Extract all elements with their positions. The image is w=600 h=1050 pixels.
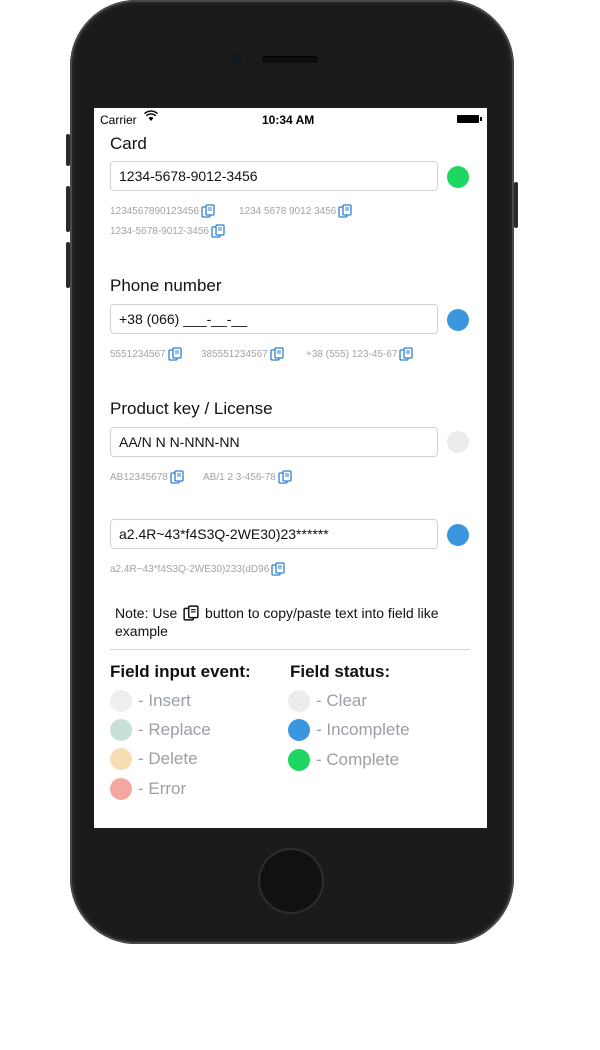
mute-switch <box>66 134 70 166</box>
note-text-before: Note: Use <box>115 605 178 621</box>
custom-mask-input[interactable]: a2.4R~43*f4S3Q-2WE30)23****** <box>110 519 438 549</box>
copy-icon[interactable] <box>168 347 182 361</box>
volume-down-button <box>66 242 70 288</box>
legend-error-label: - Error <box>138 779 187 798</box>
card-example-3[interactable]: 1234-5678-9012-3456 <box>110 224 225 238</box>
custom-mask-example-1[interactable]: a2.4R~43*f4S3Q-2WE30)233(dD96 <box>110 562 285 576</box>
status-time: 10:34 AM <box>262 113 315 127</box>
product-key-label: Product key / License <box>110 399 273 418</box>
custom-mask-status-dot <box>447 524 469 546</box>
legend-delete: - Delete <box>110 748 198 770</box>
input-events-title: Field input event: <box>110 662 251 681</box>
clear-color-dot <box>288 690 310 712</box>
custom-mask-example-1-text: a2.4R~43*f4S3Q-2WE30)233(dD96 <box>110 563 270 575</box>
earpiece-speaker <box>262 56 318 63</box>
phone-input[interactable]: +38 (066) ___-__-__ <box>110 304 438 334</box>
product-key-example-2[interactable]: AB/1 2 3-456-78 <box>203 470 292 484</box>
divider <box>110 649 470 650</box>
app-screen: Carrier 10:34 AM Card 1234-5678-9012-345… <box>94 108 487 828</box>
product-key-status-dot <box>447 431 469 453</box>
card-example-2[interactable]: 1234 5678 9012 3456 <box>239 204 352 218</box>
product-key-example-1-text: AB12345678 <box>110 471 168 483</box>
battery-icon <box>457 115 482 123</box>
legend-incomplete-label: - Incomplete <box>316 720 410 739</box>
copy-icon[interactable] <box>170 470 184 484</box>
status-bar: Carrier 10:34 AM <box>94 108 487 130</box>
copy-icon <box>183 605 199 621</box>
card-status-dot <box>447 166 469 188</box>
error-color-dot <box>110 778 132 800</box>
legend-complete: - Complete <box>288 749 399 771</box>
note-text: Note: Use button to copy/paste text into… <box>115 604 465 640</box>
copy-icon[interactable] <box>399 347 413 361</box>
phone-example-2-text: 385551234567 <box>201 348 268 360</box>
phone-example-3-text: +38 (555) 123-45-67 <box>306 348 398 360</box>
phone-example-3[interactable]: +38 (555) 123-45-67 <box>306 347 413 361</box>
copy-icon[interactable] <box>211 224 225 238</box>
legend-delete-label: - Delete <box>138 749 198 768</box>
copy-icon[interactable] <box>278 470 292 484</box>
copy-icon[interactable] <box>271 562 285 576</box>
replace-color-dot <box>110 719 132 741</box>
legend-clear: - Clear <box>288 690 367 712</box>
field-status-title: Field status: <box>290 662 391 681</box>
legend-replace: - Replace <box>110 719 211 741</box>
wifi-icon <box>144 110 158 125</box>
copy-icon[interactable] <box>270 347 284 361</box>
legend-replace-label: - Replace <box>138 720 211 739</box>
copy-icon[interactable] <box>338 204 352 218</box>
delete-color-dot <box>110 748 132 770</box>
carrier-label: Carrier <box>100 113 137 127</box>
legend-insert-label: - Insert <box>138 691 191 710</box>
product-key-example-1[interactable]: AB12345678 <box>110 470 184 484</box>
complete-color-dot <box>288 749 310 771</box>
legend-error: - Error <box>110 778 186 800</box>
card-label: Card <box>110 134 147 153</box>
product-key-input[interactable]: AA/N N N-NNN-NN <box>110 427 438 457</box>
legend-insert: - Insert <box>110 690 191 712</box>
phone-example-1-text: 5551234567 <box>110 348 166 360</box>
product-key-example-2-text: AB/1 2 3-456-78 <box>203 471 276 483</box>
phone-status-dot <box>447 309 469 331</box>
phone-example-2[interactable]: 385551234567 <box>201 347 284 361</box>
phone-label: Phone number <box>110 276 222 295</box>
card-example-1-text: 1234567890123456 <box>110 205 199 217</box>
home-button[interactable] <box>260 850 322 912</box>
incomplete-color-dot <box>288 719 310 741</box>
phone-example-1[interactable]: 5551234567 <box>110 347 182 361</box>
insert-color-dot <box>110 690 132 712</box>
card-input[interactable]: 1234-5678-9012-3456 <box>110 161 438 191</box>
legend-complete-label: - Complete <box>316 750 400 769</box>
card-example-2-text: 1234 5678 9012 3456 <box>239 205 337 217</box>
card-example-1[interactable]: 1234567890123456 <box>110 204 215 218</box>
volume-up-button <box>66 186 70 232</box>
legend-clear-label: - Clear <box>316 691 368 710</box>
power-button <box>514 182 518 228</box>
front-camera <box>233 55 241 63</box>
copy-icon[interactable] <box>201 204 215 218</box>
legend-incomplete: - Incomplete <box>288 719 410 741</box>
card-example-3-text: 1234-5678-9012-3456 <box>110 225 209 237</box>
